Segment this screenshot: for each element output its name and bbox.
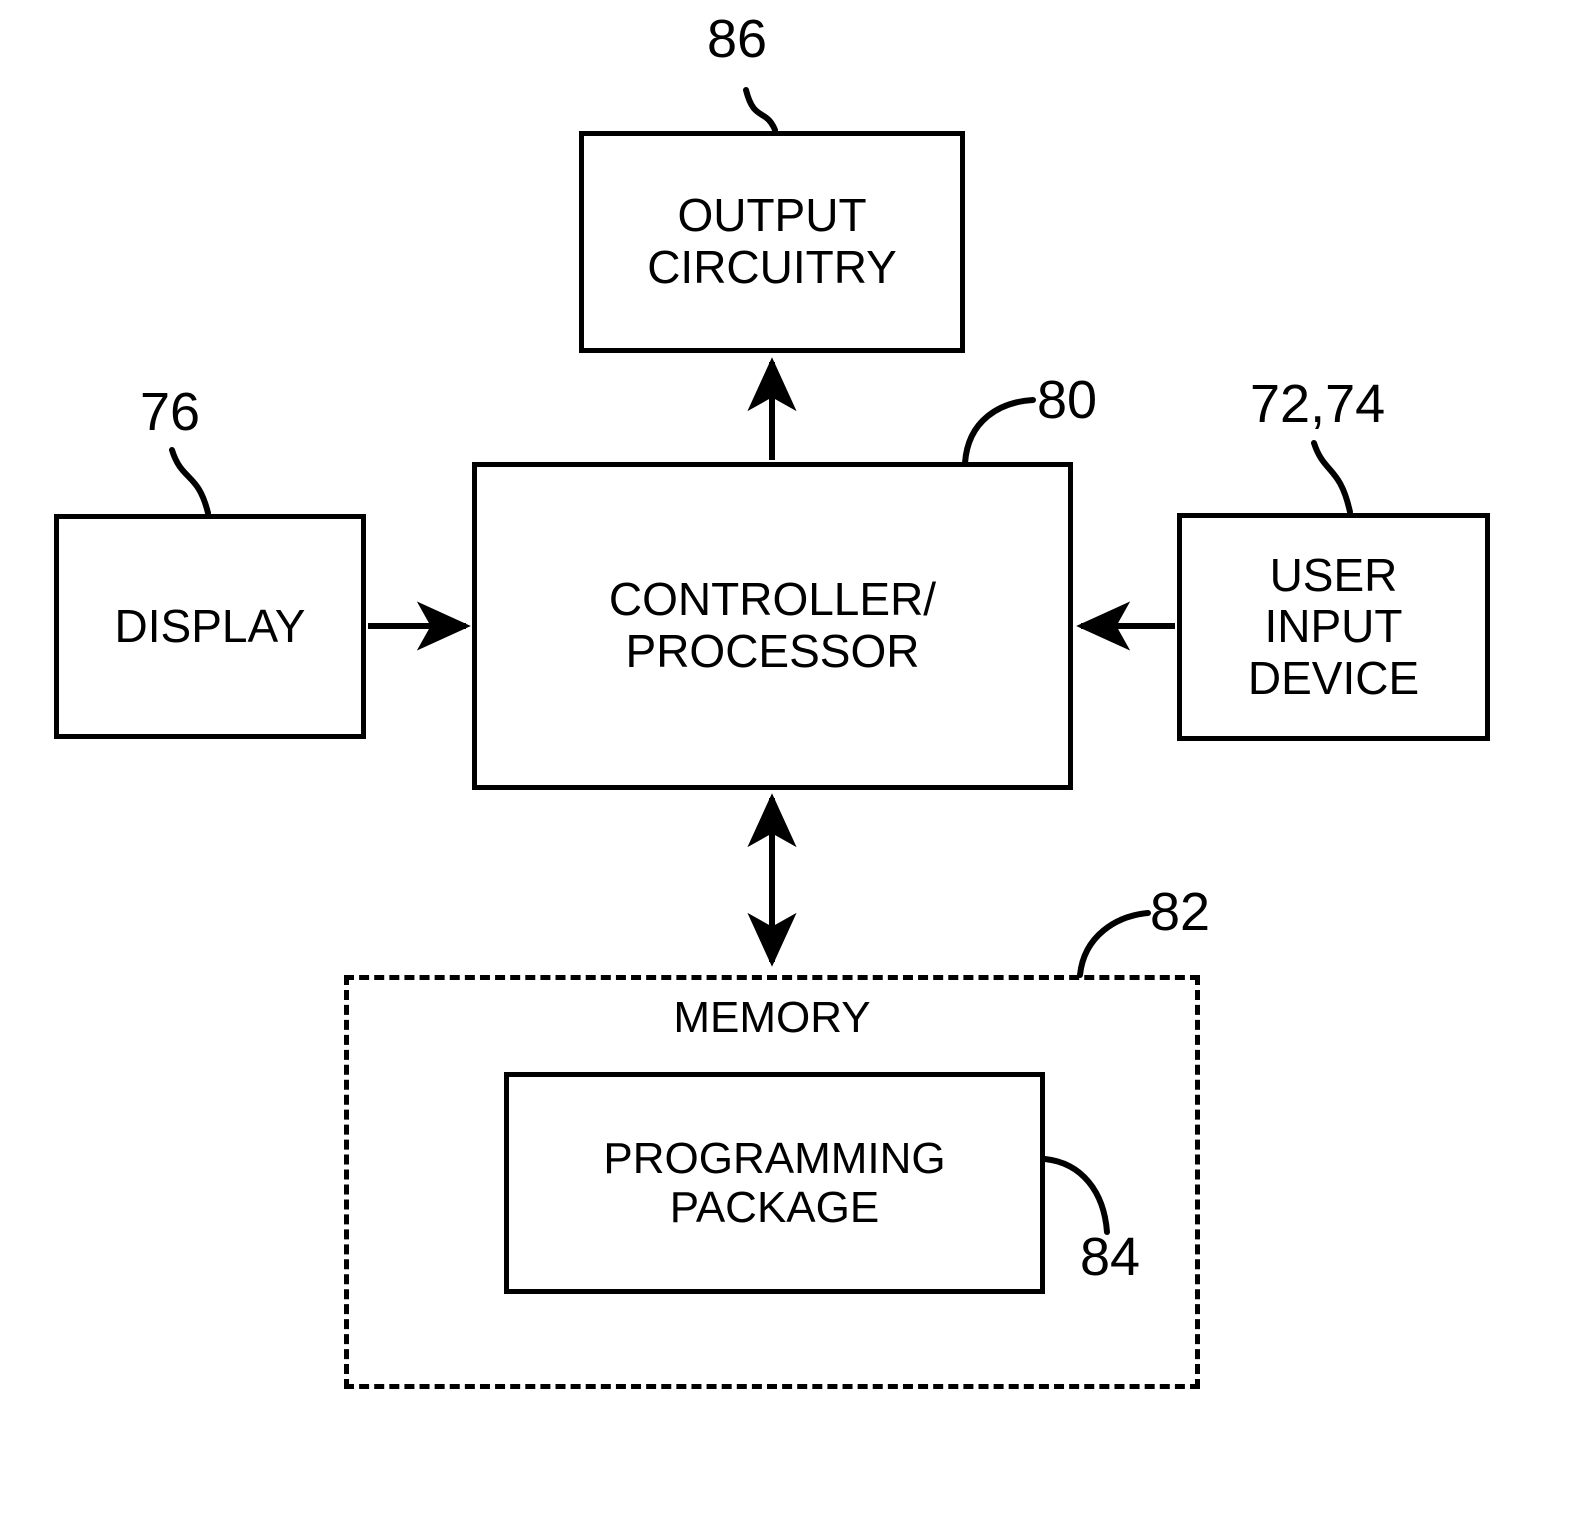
reference-numeral-80: 80 — [1037, 370, 1098, 430]
block-display-label: DISPLAY — [114, 599, 306, 652]
leader-line-76 — [169, 447, 211, 516]
reference-numeral-76: 76 — [140, 382, 201, 442]
leader-line-80 — [962, 397, 1036, 466]
leader-line-72-74 — [1311, 440, 1353, 515]
reference-numeral-82: 82 — [1150, 882, 1211, 942]
block-diagram-figure: OUTPUT CIRCUITRY CONTROLLER/ PROCESSOR D… — [0, 0, 1577, 1531]
leader-line-86 — [743, 87, 778, 133]
block-user-input-device-label: USER INPUT DEVICE — [1247, 548, 1420, 704]
block-programming-package: PROGRAMMING PACKAGE — [504, 1072, 1045, 1294]
block-user-input-device: USER INPUT DEVICE — [1177, 513, 1490, 741]
block-memory-label: MEMORY — [673, 993, 871, 1042]
leader-line-82 — [1077, 910, 1151, 978]
block-output-circuitry-label: OUTPUT CIRCUITRY — [647, 189, 897, 293]
reference-numeral-84: 84 — [1080, 1227, 1141, 1287]
block-programming-package-label: PROGRAMMING PACKAGE — [603, 1133, 946, 1232]
reference-numeral-86: 86 — [707, 9, 768, 69]
block-display: DISPLAY — [54, 514, 366, 739]
block-controller-processor: CONTROLLER/ PROCESSOR — [472, 462, 1073, 790]
block-output-circuitry: OUTPUT CIRCUITRY — [579, 131, 965, 353]
block-controller-processor-label: CONTROLLER/ PROCESSOR — [608, 573, 937, 677]
reference-numeral-72-74: 72,74 — [1250, 374, 1386, 434]
